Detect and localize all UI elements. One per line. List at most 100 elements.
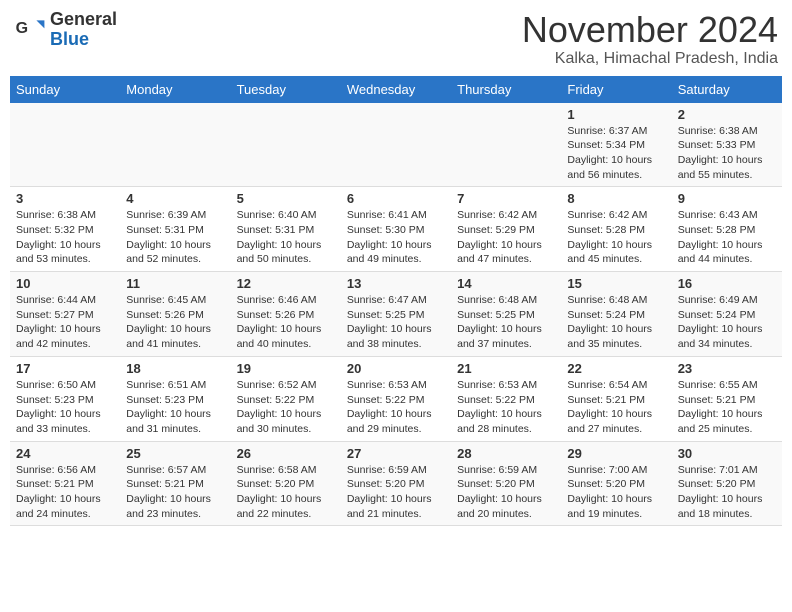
calendar-cell: 13Sunrise: 6:47 AM Sunset: 5:25 PM Dayli… — [341, 272, 451, 357]
title-block: November 2024 Kalka, Himachal Pradesh, I… — [522, 10, 778, 68]
day-number: 1 — [567, 107, 665, 122]
header-day-saturday: Saturday — [672, 76, 782, 103]
calendar-cell: 18 Sunrise: 6:51 AM Sunset: 5:23 PM Dayli… — [120, 356, 230, 441]
day-detail: Sunrise: 6:38 AM Sunset: 5:32 PM Dayligh… — [16, 208, 114, 267]
day-detail: Sunrise: 6:58 AM Sunset: 5:20 PM Dayligh… — [237, 463, 335, 522]
day-detail: Sunrise: 6:48 AM Sunset: 5:24 PM Dayligh… — [567, 293, 665, 352]
calendar-cell: 2 Sunrise: 6:38 AM Sunset: 5:33 PM Daylig… — [672, 103, 782, 187]
calendar-cell — [10, 103, 120, 187]
day-detail: Sunrise: 6:47 AM Sunset: 5:25 PM Dayligh… — [347, 293, 445, 352]
calendar-cell: 19Sunrise: 6:52 AM Sunset: 5:22 PM Dayli… — [231, 356, 341, 441]
calendar-cell: 1 Sunrise: 6:37 AM Sunset: 5:34 PM Daylig… — [561, 103, 671, 187]
day-detail: Sunrise: 6:37 AM Sunset: 5:34 PM Dayligh… — [567, 124, 665, 183]
header-day-thursday: Thursday — [451, 76, 561, 103]
logo-text: General Blue — [50, 10, 117, 50]
calendar-table: SundayMondayTuesdayWednesdayThursdayFrid… — [10, 76, 782, 527]
calendar-cell — [231, 103, 341, 187]
calendar-week-5: 24Sunrise: 6:56 AM Sunset: 5:21 PM Dayli… — [10, 441, 782, 526]
logo-blue-text: Blue — [50, 30, 117, 50]
calendar-cell: 21 Sunrise: 6:53 AM Sunset: 5:22 PM Dayli… — [451, 356, 561, 441]
day-detail: Sunrise: 6:59 AM Sunset: 5:20 PM Dayligh… — [347, 463, 445, 522]
day-number: 7 — [457, 191, 555, 206]
location-subtitle: Kalka, Himachal Pradesh, India — [522, 50, 778, 68]
day-detail: Sunrise: 7:00 AM Sunset: 5:20 PM Dayligh… — [567, 463, 665, 522]
day-number: 4 — [126, 191, 224, 206]
calendar-cell: 7Sunrise: 6:42 AM Sunset: 5:29 PM Daylig… — [451, 187, 561, 272]
logo-icon: G — [14, 14, 46, 46]
calendar-cell: 3 Sunrise: 6:38 AM Sunset: 5:32 PM Daylig… — [10, 187, 120, 272]
calendar-cell: 27Sunrise: 6:59 AM Sunset: 5:20 PM Dayli… — [341, 441, 451, 526]
calendar-cell: 24Sunrise: 6:56 AM Sunset: 5:21 PM Dayli… — [10, 441, 120, 526]
day-detail: Sunrise: 6:40 AM Sunset: 5:31 PM Dayligh… — [237, 208, 335, 267]
day-number: 2 — [678, 107, 776, 122]
day-number: 16 — [678, 276, 776, 291]
day-detail: Sunrise: 6:52 AM Sunset: 5:22 PM Dayligh… — [237, 378, 335, 437]
calendar-cell: 17Sunrise: 6:50 AM Sunset: 5:23 PM Dayli… — [10, 356, 120, 441]
header-day-sunday: Sunday — [10, 76, 120, 103]
calendar-cell: 11 Sunrise: 6:45 AM Sunset: 5:26 PM Dayli… — [120, 272, 230, 357]
day-number: 14 — [457, 276, 555, 291]
calendar-cell: 8 Sunrise: 6:42 AM Sunset: 5:28 PM Daylig… — [561, 187, 671, 272]
header-day-monday: Monday — [120, 76, 230, 103]
day-number: 17 — [16, 361, 114, 376]
day-detail: Sunrise: 6:49 AM Sunset: 5:24 PM Dayligh… — [678, 293, 776, 352]
calendar-week-2: 3 Sunrise: 6:38 AM Sunset: 5:32 PM Daylig… — [10, 187, 782, 272]
calendar-cell: 15 Sunrise: 6:48 AM Sunset: 5:24 PM Dayli… — [561, 272, 671, 357]
calendar-cell: 12Sunrise: 6:46 AM Sunset: 5:26 PM Dayli… — [231, 272, 341, 357]
calendar-cell: 28 Sunrise: 6:59 AM Sunset: 5:20 PM Dayli… — [451, 441, 561, 526]
day-detail: Sunrise: 6:54 AM Sunset: 5:21 PM Dayligh… — [567, 378, 665, 437]
day-detail: Sunrise: 6:42 AM Sunset: 5:28 PM Dayligh… — [567, 208, 665, 267]
day-detail: Sunrise: 6:44 AM Sunset: 5:27 PM Dayligh… — [16, 293, 114, 352]
day-number: 3 — [16, 191, 114, 206]
calendar-cell: 22Sunrise: 6:54 AM Sunset: 5:21 PM Dayli… — [561, 356, 671, 441]
day-detail: Sunrise: 6:41 AM Sunset: 5:30 PM Dayligh… — [347, 208, 445, 267]
calendar-cell: 14 Sunrise: 6:48 AM Sunset: 5:25 PM Dayli… — [451, 272, 561, 357]
day-detail: Sunrise: 6:53 AM Sunset: 5:22 PM Dayligh… — [347, 378, 445, 437]
calendar-cell: 26 Sunrise: 6:58 AM Sunset: 5:20 PM Dayli… — [231, 441, 341, 526]
day-number: 5 — [237, 191, 335, 206]
calendar-cell — [120, 103, 230, 187]
calendar-cell: 9Sunrise: 6:43 AM Sunset: 5:28 PM Daylig… — [672, 187, 782, 272]
day-detail: Sunrise: 6:57 AM Sunset: 5:21 PM Dayligh… — [126, 463, 224, 522]
calendar-cell: 6Sunrise: 6:41 AM Sunset: 5:30 PM Daylig… — [341, 187, 451, 272]
day-detail: Sunrise: 6:43 AM Sunset: 5:28 PM Dayligh… — [678, 208, 776, 267]
calendar-cell: 30 Sunrise: 7:01 AM Sunset: 5:20 PM Dayli… — [672, 441, 782, 526]
calendar-cell: 25Sunrise: 6:57 AM Sunset: 5:21 PM Dayli… — [120, 441, 230, 526]
header-day-friday: Friday — [561, 76, 671, 103]
calendar-week-3: 10Sunrise: 6:44 AM Sunset: 5:27 PM Dayli… — [10, 272, 782, 357]
svg-text:G: G — [16, 20, 28, 37]
calendar-cell: 23 Sunrise: 6:55 AM Sunset: 5:21 PM Dayli… — [672, 356, 782, 441]
day-detail: Sunrise: 6:38 AM Sunset: 5:33 PM Dayligh… — [678, 124, 776, 183]
calendar-week-1: 1 Sunrise: 6:37 AM Sunset: 5:34 PM Daylig… — [10, 103, 782, 187]
day-number: 8 — [567, 191, 665, 206]
month-title: November 2024 — [522, 10, 778, 50]
header-day-tuesday: Tuesday — [231, 76, 341, 103]
day-number: 23 — [678, 361, 776, 376]
calendar-cell: 20Sunrise: 6:53 AM Sunset: 5:22 PM Dayli… — [341, 356, 451, 441]
day-number: 29 — [567, 446, 665, 461]
header-row: SundayMondayTuesdayWednesdayThursdayFrid… — [10, 76, 782, 103]
calendar-week-4: 17Sunrise: 6:50 AM Sunset: 5:23 PM Dayli… — [10, 356, 782, 441]
calendar-cell: 5 Sunrise: 6:40 AM Sunset: 5:31 PM Daylig… — [231, 187, 341, 272]
day-number: 24 — [16, 446, 114, 461]
day-number: 18 — [126, 361, 224, 376]
day-detail: Sunrise: 7:01 AM Sunset: 5:20 PM Dayligh… — [678, 463, 776, 522]
day-detail: Sunrise: 6:48 AM Sunset: 5:25 PM Dayligh… — [457, 293, 555, 352]
day-number: 15 — [567, 276, 665, 291]
day-number: 11 — [126, 276, 224, 291]
day-number: 30 — [678, 446, 776, 461]
calendar-cell: 29 Sunrise: 7:00 AM Sunset: 5:20 PM Dayli… — [561, 441, 671, 526]
day-detail: Sunrise: 6:45 AM Sunset: 5:26 PM Dayligh… — [126, 293, 224, 352]
day-detail: Sunrise: 6:59 AM Sunset: 5:20 PM Dayligh… — [457, 463, 555, 522]
calendar-cell: 4Sunrise: 6:39 AM Sunset: 5:31 PM Daylig… — [120, 187, 230, 272]
day-number: 26 — [237, 446, 335, 461]
day-detail: Sunrise: 6:53 AM Sunset: 5:22 PM Dayligh… — [457, 378, 555, 437]
calendar-cell: 16 Sunrise: 6:49 AM Sunset: 5:24 PM Dayli… — [672, 272, 782, 357]
header-day-wednesday: Wednesday — [341, 76, 451, 103]
day-number: 28 — [457, 446, 555, 461]
day-detail: Sunrise: 6:55 AM Sunset: 5:21 PM Dayligh… — [678, 378, 776, 437]
calendar-cell: 10Sunrise: 6:44 AM Sunset: 5:27 PM Dayli… — [10, 272, 120, 357]
day-number: 21 — [457, 361, 555, 376]
calendar-body: 1 Sunrise: 6:37 AM Sunset: 5:34 PM Daylig… — [10, 103, 782, 526]
day-detail: Sunrise: 6:51 AM Sunset: 5:23 PM Dayligh… — [126, 378, 224, 437]
